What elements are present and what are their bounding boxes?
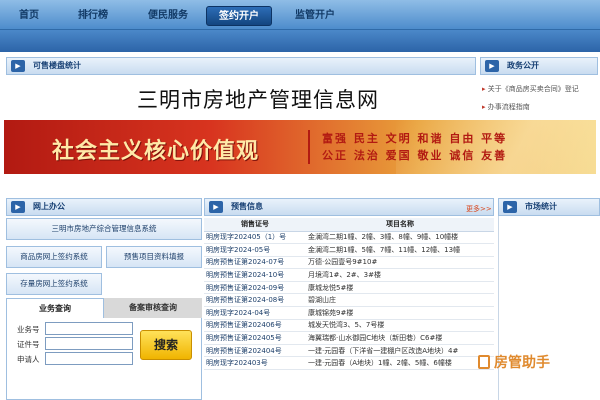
house-sign-system-button[interactable]: 商品房网上签约系统	[6, 246, 102, 268]
table-row[interactable]: 明房预售证第202405号 海翼瑞都·山水御园C地块（新田巷）C6#楼	[204, 331, 494, 345]
section-arrow-icon: ▶	[11, 201, 25, 213]
cert-cell[interactable]: 明房预售证第202405号	[204, 331, 306, 345]
section-arrow-icon: ▶	[485, 60, 499, 72]
top-navigation: 首页 排行榜 便民服务 签约开户 监管开户	[0, 0, 600, 30]
comprehensive-system-button[interactable]: 三明市房地产综合管理信息系统	[6, 218, 202, 240]
project-cell[interactable]: 金澜湾二期1幢、2幢、3幢、8幢、9幢、10幢楼	[306, 231, 494, 245]
cert-cell[interactable]: 明房预售证第202406号	[204, 319, 306, 333]
table-row[interactable]: 明房预售证第2024-10号 月境湾1#、2#、3#楼	[204, 268, 494, 282]
presale-table: 销售证号 项目名称 明房现字202405（1）号 金澜湾二期1幢、2幢、3幢、8幢…	[204, 218, 494, 371]
table-row[interactable]: 明房预售证第202404号 一建·元园春（下洋省一建棚户区改造A地块）4#	[204, 344, 494, 358]
table-row[interactable]: 明房现字2024-05号 金澜湾二期1幢、5幢、7幢、11幢、12幢、13幢	[204, 243, 494, 257]
business-no-input[interactable]	[45, 322, 133, 335]
project-cell[interactable]: 一建·元园春（下洋省一建棚户区改造A地块）4#	[306, 344, 494, 358]
table-row[interactable]: 明房预售证第202406号 城发天悦湾3、5、7号楼	[204, 319, 494, 333]
gov-link-label: 关于《商品房买卖合同》登记	[487, 85, 579, 93]
market-stats-header: ▶ 市场统计	[498, 198, 600, 216]
project-cell[interactable]: 康城龙悦5#楼	[306, 281, 494, 295]
table-row[interactable]: 明房预售证第2024-08号 碧湖山庄	[204, 293, 494, 308]
presale-fill-button[interactable]: 预售项目资料填报	[106, 246, 202, 268]
tab-record-audit-query[interactable]: 备案审核查询	[104, 298, 202, 318]
app-logo-icon	[478, 355, 490, 369]
stock-sign-system-button[interactable]: 存量房网上签约系统	[6, 273, 102, 295]
nav-sign-account[interactable]: 签约开户	[206, 6, 272, 26]
search-button[interactable]: 搜索	[140, 330, 192, 360]
gov-link-label: 办事流程指南	[487, 103, 530, 111]
project-cell[interactable]: 碧湖山庄	[306, 293, 494, 308]
cert-cell[interactable]: 明房预售证第202404号	[204, 344, 306, 358]
table-row[interactable]: 明房现字202403号 一建·元园春（A地块）1幢、2幢、5幢、6幢楼	[204, 356, 494, 371]
market-stats-title: 市场统计	[525, 202, 557, 211]
presale-table-header: 销售证号 项目名称	[204, 218, 494, 232]
gov-link-contract[interactable]: ▸ 关于《商品房买卖合同》登记	[482, 84, 600, 94]
section-arrow-icon: ▶	[11, 60, 25, 72]
online-office-title: 网上办公	[33, 202, 65, 211]
nav-home[interactable]: 首页	[8, 6, 50, 26]
banner-slogan: 社会主义核心价值观	[52, 138, 260, 164]
cert-no-label: 证件号	[17, 340, 40, 349]
presale-info-title: 预售信息	[231, 202, 263, 211]
column-project-name: 项目名称	[306, 218, 494, 232]
watermark: 房管助手	[474, 352, 594, 374]
available-stats-header: ▶ 可售楼盘统计	[6, 57, 476, 75]
nav-ranking[interactable]: 排行榜	[70, 6, 116, 26]
project-cell[interactable]: 城发天悦湾3、5、7号楼	[306, 319, 494, 333]
watermark-text: 房管助手	[494, 355, 550, 371]
presale-info-header: ▶ 预售信息	[204, 198, 494, 216]
cert-cell[interactable]: 明房现字2024-04号	[204, 306, 306, 320]
banner-values-row2: 公正 法治 爱国 敬业 诚信 友善	[322, 149, 508, 162]
cert-cell[interactable]: 明房预售证第2024-07号	[204, 256, 306, 270]
cert-cell[interactable]: 明房预售证第2024-10号	[204, 268, 306, 282]
sub-navigation-bar	[0, 30, 600, 52]
project-cell[interactable]: 月境湾1#、2#、3#楼	[306, 268, 494, 282]
section-arrow-icon: ▶	[503, 201, 517, 213]
project-cell[interactable]: 一建·元园春（A地块）1幢、2幢、5幢、6幢楼	[306, 356, 494, 371]
available-stats-title: 可售楼盘统计	[33, 61, 81, 70]
business-no-label: 业务号	[17, 325, 40, 334]
applicant-input[interactable]	[45, 352, 133, 365]
project-cell[interactable]: 康城锦苑9#楼	[306, 306, 494, 320]
presale-more-link[interactable]: 更多>>	[466, 204, 492, 214]
nav-supervise-account[interactable]: 监管开户	[284, 6, 346, 26]
gov-public-header: ▶ 政务公开	[480, 57, 598, 75]
cert-no-input[interactable]	[45, 337, 133, 350]
banner-divider	[308, 130, 310, 164]
core-values-banner: 社会主义核心价值观 富强 民主 文明 和谐 自由 平等 公正 法治 爱国 敬业 …	[4, 120, 596, 174]
banner-values-row1: 富强 民主 文明 和谐 自由 平等	[322, 132, 508, 145]
query-tabs: 业务查询 备案审核查询	[6, 298, 202, 318]
project-cell[interactable]: 金澜湾二期1幢、5幢、7幢、11幢、12幢、13幢	[306, 243, 494, 257]
table-row[interactable]: 明房预售证第2024-09号 康城龙悦5#楼	[204, 281, 494, 295]
nav-public-service[interactable]: 便民服务	[140, 6, 196, 26]
cert-cell[interactable]: 明房预售证第2024-08号	[204, 293, 306, 308]
cert-cell[interactable]: 明房预售证第2024-09号	[204, 281, 306, 295]
table-row[interactable]: 明房现字202405（1）号 金澜湾二期1幢、2幢、3幢、8幢、9幢、10幢楼	[204, 231, 494, 245]
applicant-label: 申请人	[17, 355, 40, 364]
cert-cell[interactable]: 明房现字202403号	[204, 356, 306, 371]
cert-cell[interactable]: 明房现字202405（1）号	[204, 231, 306, 245]
cert-cell[interactable]: 明房现字2024-05号	[204, 243, 306, 257]
table-row[interactable]: 明房现字2024-04号 康城锦苑9#楼	[204, 306, 494, 320]
column-cert-no: 销售证号	[204, 218, 306, 232]
project-cell[interactable]: 海翼瑞都·山水御园C地块（新田巷）C6#楼	[306, 331, 494, 345]
gov-public-title: 政务公开	[507, 61, 539, 70]
section-arrow-icon: ▶	[209, 201, 223, 213]
project-cell[interactable]: 万德·公园壹号9#10#	[306, 256, 494, 270]
online-office-header: ▶ 网上办公	[6, 198, 202, 216]
tab-business-query[interactable]: 业务查询	[6, 298, 104, 318]
site-title: 三明市房地产管理信息网	[137, 88, 379, 112]
gov-link-process[interactable]: ▸ 办事流程指南	[482, 102, 600, 112]
table-row[interactable]: 明房预售证第2024-07号 万德·公园壹号9#10#	[204, 256, 494, 270]
